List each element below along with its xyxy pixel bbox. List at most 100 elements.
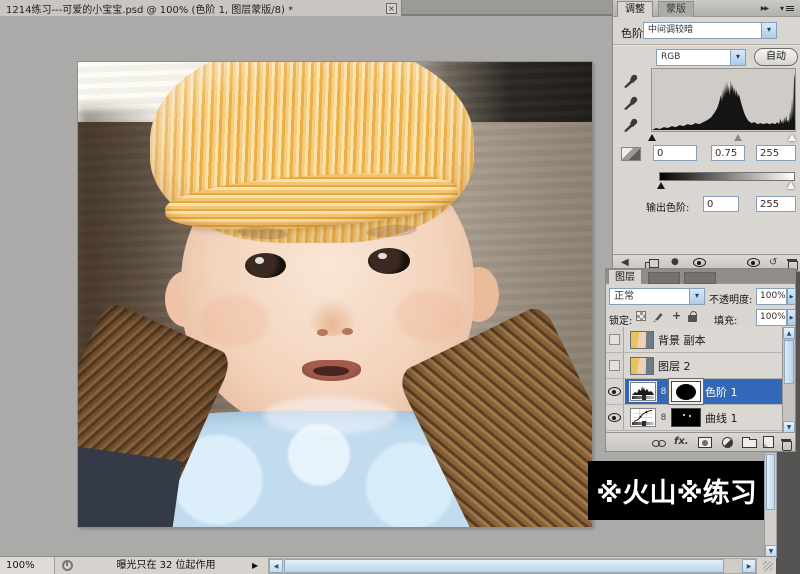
toggle-visibility-icon[interactable]: [693, 258, 706, 267]
adjustments-panel: 调整 蒙版 ▶▶ ▾ 色阶 中间调较暗 ▾ RGB ▾ 自动 0 0.75 25…: [612, 0, 800, 272]
canvas-baby-photo[interactable]: [77, 61, 593, 528]
blend-mode-dropdown[interactable]: 正常 ▾: [609, 288, 705, 305]
lock-paint-icon[interactable]: [653, 310, 665, 322]
levels-preset-value: 中间调较暗: [648, 25, 694, 35]
gamma-input-field[interactable]: [711, 145, 745, 161]
document-tab-bar: 1214练习---可爱的小宝宝.psd @ 100% (色阶 1, 图层蒙版/8…: [0, 0, 613, 16]
status-menu-arrow-icon[interactable]: ▶: [252, 557, 258, 574]
layer-mask-thumbnail[interactable]: [671, 381, 701, 402]
visibility-toggle[interactable]: [606, 379, 624, 404]
blend-mode-value: 正常: [614, 291, 634, 302]
output-shadow-slider[interactable]: [657, 182, 665, 189]
back-arrow-icon[interactable]: ◀: [621, 257, 629, 268]
tab-channels[interactable]: [648, 272, 680, 284]
fill-arrow-icon[interactable]: ▶: [787, 309, 796, 326]
status-message: 曝光只在 32 位起作用: [116, 560, 216, 571]
visibility-toggle[interactable]: [606, 327, 624, 352]
output-levels-gradient: [659, 172, 795, 181]
lock-move-icon[interactable]: +: [672, 310, 681, 321]
output-shadow-field[interactable]: [703, 196, 739, 212]
panel-menu-icon[interactable]: ▾: [780, 4, 794, 13]
new-layer-icon[interactable]: [763, 436, 774, 448]
gray-point-eyedropper-icon[interactable]: [623, 94, 639, 110]
layer-row-background-copy[interactable]: 背景 副本: [606, 327, 795, 353]
chevron-down-icon[interactable]: ▾: [689, 289, 704, 304]
lock-icons: +: [636, 310, 698, 322]
layer-row-levels-1[interactable]: 8 色阶 1: [606, 379, 795, 405]
midtone-input-slider[interactable]: [734, 134, 742, 141]
scrollbar-thumb[interactable]: [784, 340, 794, 384]
fill-label: 填充:: [714, 316, 738, 327]
scrollbar-thumb[interactable]: [766, 454, 775, 510]
new-group-icon[interactable]: [742, 437, 757, 448]
shadow-input-slider[interactable]: [648, 134, 656, 141]
add-layer-mask-icon[interactable]: [698, 437, 712, 448]
visibility-toggle[interactable]: [606, 353, 624, 378]
delete-layer-icon[interactable]: [781, 437, 792, 451]
view-previous-state-icon[interactable]: [747, 258, 760, 267]
tab-paths[interactable]: [684, 272, 716, 284]
layer-thumbnail[interactable]: [630, 330, 654, 349]
lock-transparency-icon[interactable]: [636, 311, 646, 321]
layers-scrollbar[interactable]: ▲ ▼: [782, 327, 795, 433]
close-icon[interactable]: ×: [386, 2, 397, 14]
shadow-input-field[interactable]: [653, 145, 697, 161]
scroll-left-icon[interactable]: ◀: [269, 559, 283, 573]
channel-dropdown[interactable]: RGB ▾: [656, 49, 746, 66]
eye-icon: [608, 413, 621, 422]
baby-eye-right: [368, 248, 410, 274]
document-horizontal-scrollbar[interactable]: ◀ ▶: [268, 558, 757, 574]
tab-layers[interactable]: 图层: [608, 269, 642, 284]
layers-panel: 图层 正常 ▾ 不透明度: 100% ▶ 锁定: + 填充: 100% ▶ 背景…: [605, 268, 796, 452]
mask-link-icon[interactable]: 8: [660, 387, 667, 397]
tab-masks[interactable]: 蒙版: [658, 1, 694, 17]
layers-panel-tabs: 图层: [606, 269, 795, 284]
layer-name: 背景 副本: [658, 333, 706, 347]
zoom-level-field[interactable]: 100%: [0, 557, 55, 574]
chevron-down-icon[interactable]: ▾: [761, 23, 776, 38]
adjustments-panel-header: 调整 蒙版 ▶▶ ▾: [613, 0, 800, 17]
tab-adjustments[interactable]: 调整: [617, 1, 653, 17]
new-adjustment-icon[interactable]: ●: [671, 257, 679, 267]
lock-all-icon[interactable]: [688, 310, 698, 322]
output-highlight-field[interactable]: [756, 196, 796, 212]
document-tab[interactable]: 1214练习---可爱的小宝宝.psd @ 100% (色阶 1, 图层蒙版/8…: [0, 0, 402, 16]
output-highlight-slider[interactable]: [787, 182, 795, 189]
histogram-refresh-icon[interactable]: [621, 147, 641, 161]
link-layers-icon[interactable]: [652, 440, 667, 447]
curves-adjustment-thumbnail[interactable]: [630, 408, 656, 427]
layer-row-layer-2[interactable]: 图层 2: [606, 353, 795, 379]
black-point-eyedropper-icon[interactable]: [623, 72, 639, 88]
layer-styles-icon[interactable]: fx.: [674, 436, 689, 447]
highlight-input-slider[interactable]: [788, 134, 796, 141]
auto-button[interactable]: 自动: [754, 48, 798, 66]
status-clock-icon: [62, 560, 73, 571]
levels-preset-dropdown[interactable]: 中间调较暗 ▾: [643, 22, 777, 39]
levels-adjustment-thumbnail[interactable]: [630, 382, 656, 401]
scrollbar-thumb[interactable]: [284, 559, 724, 573]
photoshop-window: 1214练习---可爱的小宝宝.psd @ 100% (色阶 1, 图层蒙版/8…: [0, 0, 800, 574]
channel-value: RGB: [661, 52, 681, 62]
layer-thumbnail[interactable]: [630, 356, 654, 375]
document-vertical-scrollbar[interactable]: ▼: [764, 452, 777, 558]
layer-row-curves-1[interactable]: 8 曲线 1: [606, 405, 795, 431]
opacity-label: 不透明度:: [709, 295, 753, 306]
mask-link-icon[interactable]: 8: [660, 413, 667, 423]
new-adjustment-layer-icon[interactable]: [722, 437, 733, 448]
layer-mask-thumbnail[interactable]: [671, 408, 701, 427]
layer-list: 背景 副本 图层 2 8 色阶 1 8 曲线 1: [606, 327, 795, 433]
lock-label: 锁定:: [609, 316, 633, 327]
collapse-panel-icon[interactable]: ▶▶: [761, 5, 769, 12]
scroll-up-icon[interactable]: ▲: [783, 327, 795, 339]
reset-icon[interactable]: ↺: [769, 257, 777, 268]
fill-field[interactable]: 100%: [756, 309, 787, 326]
baby-mouth: [301, 359, 361, 381]
opacity-field[interactable]: 100%: [756, 288, 787, 305]
scroll-right-icon[interactable]: ▶: [742, 559, 756, 573]
chevron-down-icon[interactable]: ▾: [730, 50, 745, 65]
opacity-arrow-icon[interactable]: ▶: [787, 288, 796, 305]
visibility-toggle[interactable]: [606, 405, 624, 430]
divider: [613, 44, 800, 46]
white-point-eyedropper-icon[interactable]: [623, 116, 639, 132]
highlight-input-field[interactable]: [756, 145, 796, 161]
